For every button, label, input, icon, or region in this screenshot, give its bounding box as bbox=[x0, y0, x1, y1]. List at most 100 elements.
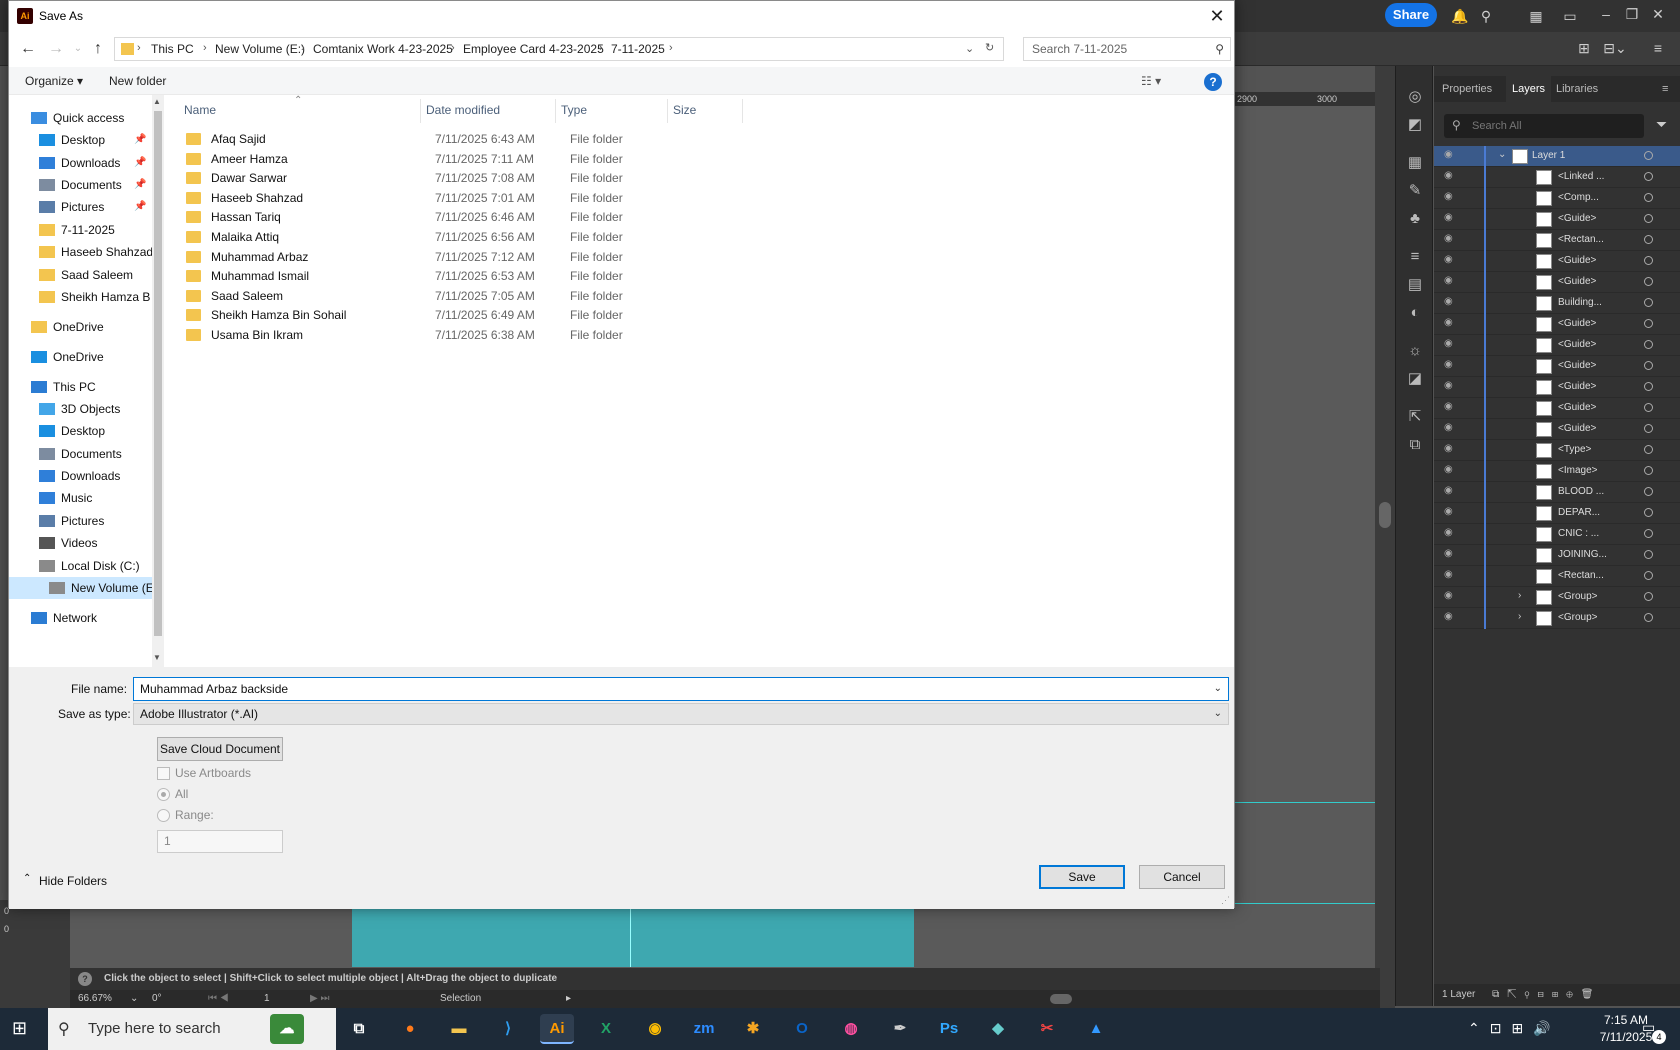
hide-folders-button[interactable]: Hide Folders bbox=[39, 874, 107, 888]
tab-layers[interactable]: Layers bbox=[1506, 76, 1552, 102]
tab-properties[interactable]: Properties bbox=[1442, 76, 1492, 102]
new-folder-button[interactable]: New folder bbox=[109, 74, 166, 88]
layer-row[interactable]: ◉ <Guide> bbox=[1434, 251, 1680, 272]
menu-lines-icon[interactable]: ≡ bbox=[1648, 38, 1668, 58]
nav-item[interactable]: Pictures bbox=[39, 510, 169, 532]
nav-item[interactable]: OneDrive bbox=[31, 346, 161, 368]
eye-icon[interactable]: ◉ bbox=[1444, 464, 1458, 475]
nav-item[interactable]: Local Disk (C:) bbox=[39, 555, 169, 577]
column-header-date[interactable]: Date modified bbox=[426, 103, 500, 117]
chevron-up-icon[interactable]: ⌃ bbox=[23, 873, 31, 884]
column-header-type[interactable]: Type bbox=[561, 103, 587, 117]
save-cloud-document-button[interactable]: Save Cloud Document bbox=[157, 737, 283, 761]
nav-item[interactable]: 7-11-2025 bbox=[39, 219, 169, 241]
artboard[interactable] bbox=[352, 905, 914, 967]
arrange-icon[interactable]: ▦ bbox=[1526, 6, 1546, 26]
play-icon[interactable]: ▸ bbox=[566, 990, 571, 1008]
excel-icon[interactable]: X bbox=[589, 1014, 623, 1044]
color-guide-icon[interactable]: ◩ bbox=[1404, 114, 1426, 136]
chevron-right-icon[interactable]: › bbox=[137, 42, 141, 54]
layer-actions-icon[interactable]: ⧉⇱⚲⊟⊞⊕🗑 bbox=[1492, 989, 1601, 1000]
eye-icon[interactable]: ◉ bbox=[1444, 359, 1458, 370]
breadcrumb-employee-card[interactable]: Employee Card 4-23-2025 bbox=[463, 42, 604, 56]
file-row[interactable]: Afaq Sajid 7/11/2025 6:43 AM File folder bbox=[174, 129, 1224, 150]
eye-icon[interactable]: ◉ bbox=[1444, 506, 1458, 517]
eye-icon[interactable]: ◉ bbox=[1444, 401, 1458, 412]
all-radio[interactable] bbox=[157, 788, 170, 801]
eye-icon[interactable]: ◉ bbox=[1444, 422, 1458, 433]
eye-icon[interactable]: ◉ bbox=[1444, 590, 1458, 601]
artboard-nav-first-icon[interactable]: ⏮ ◀ bbox=[208, 990, 229, 1008]
file-row[interactable]: Malaika Attiq 7/11/2025 6:56 AM File folde… bbox=[174, 227, 1224, 248]
color-wheel-icon[interactable]: ◎ bbox=[1404, 86, 1426, 108]
close-app-icon[interactable]: ✕ bbox=[1648, 4, 1668, 24]
layer-row[interactable]: ◉ <Image> bbox=[1434, 461, 1680, 482]
nav-item[interactable]: 3D Objects bbox=[39, 398, 169, 420]
layer-row[interactable]: ◉ ⌄ Layer 1 bbox=[1434, 146, 1680, 167]
file-explorer-icon[interactable]: ▬ bbox=[442, 1014, 476, 1044]
file-row[interactable]: Dawar Sarwar 7/11/2025 7:08 AM File folder bbox=[174, 168, 1224, 189]
chevron-down-icon[interactable]: ⌄ bbox=[1214, 678, 1222, 700]
transparency-icon[interactable]: ◐ bbox=[1404, 302, 1426, 324]
close-icon[interactable]: ✕ bbox=[1205, 5, 1229, 27]
target-icon[interactable] bbox=[1644, 403, 1653, 412]
eye-icon[interactable]: ◉ bbox=[1444, 380, 1458, 391]
chevron-down-icon[interactable]: ⌄ bbox=[130, 990, 138, 1008]
breadcrumb-new-volume[interactable]: New Volume (E:) bbox=[215, 42, 305, 56]
address-bar[interactable]: › This PC › New Volume (E:) › Comtanix W… bbox=[114, 37, 1004, 61]
symbols-icon[interactable]: ♣ bbox=[1404, 208, 1426, 230]
file-row[interactable]: Saad Saleem 7/11/2025 7:05 AM File folder bbox=[174, 286, 1224, 307]
nav-item[interactable]: This PC bbox=[31, 376, 161, 398]
back-arrow-icon[interactable]: ← bbox=[17, 39, 39, 59]
transform-icon[interactable]: ⊟⌄ bbox=[1600, 38, 1630, 58]
file-row[interactable]: Muhammad Ismail 7/11/2025 6:53 AM File fol… bbox=[174, 266, 1224, 287]
column-divider[interactable] bbox=[555, 99, 556, 123]
save-button[interactable]: Save bbox=[1039, 865, 1125, 889]
layer-row[interactable]: ◉ <Type> bbox=[1434, 440, 1680, 461]
canvas-scrollbar[interactable] bbox=[1375, 66, 1395, 1008]
maximize-icon[interactable]: ❐ bbox=[1622, 4, 1642, 24]
layer-row[interactable]: ◉ <Guide> bbox=[1434, 419, 1680, 440]
breadcrumb-this-pc[interactable]: This PC bbox=[151, 42, 194, 56]
eye-icon[interactable]: ◉ bbox=[1444, 569, 1458, 580]
layer-row[interactable]: ◉ <Linked ... bbox=[1434, 167, 1680, 188]
column-header-name[interactable]: Name bbox=[184, 103, 216, 117]
file-row[interactable]: Usama Bin Ikram 7/11/2025 6:38 AM File fol… bbox=[174, 325, 1224, 346]
breadcrumb-7-11-2025[interactable]: 7-11-2025 bbox=[611, 42, 665, 56]
artboard-nav-next-icon[interactable]: ▶ ⏭ bbox=[310, 990, 329, 1008]
layer-row[interactable]: ◉ <Guide> bbox=[1434, 398, 1680, 419]
address-dropdown-icon[interactable]: ⌄ bbox=[965, 42, 974, 55]
column-divider[interactable] bbox=[667, 99, 668, 123]
eye-icon[interactable]: ◉ bbox=[1444, 485, 1458, 496]
chevron-right-icon[interactable]: › bbox=[1518, 611, 1521, 622]
gradient-icon[interactable]: ▤ bbox=[1404, 274, 1426, 296]
nav-item[interactable]: OneDrive bbox=[31, 316, 161, 338]
layer-row[interactable]: ◉ Building... bbox=[1434, 293, 1680, 314]
nav-item[interactable]: Documents bbox=[39, 443, 169, 465]
layer-row[interactable]: ◉ <Guide> bbox=[1434, 377, 1680, 398]
hscroll-thumb[interactable] bbox=[1050, 994, 1072, 1004]
nav-item[interactable]: Saad Saleem bbox=[39, 264, 169, 286]
eye-icon[interactable]: ◉ bbox=[1444, 170, 1458, 181]
layer-row[interactable]: ◉ <Rectan... bbox=[1434, 230, 1680, 251]
nav-item[interactable]: Haseeb Shahzad bbox=[39, 241, 169, 263]
stroke-icon[interactable]: ≡ bbox=[1404, 246, 1426, 268]
column-header-size[interactable]: Size bbox=[673, 103, 696, 117]
illustrator-icon[interactable]: Ai bbox=[540, 1014, 574, 1044]
target-icon[interactable] bbox=[1644, 319, 1653, 328]
target-icon[interactable] bbox=[1644, 508, 1653, 517]
layer-row[interactable]: ◉ JOINING... bbox=[1434, 545, 1680, 566]
eye-icon[interactable]: ◉ bbox=[1444, 443, 1458, 454]
layer-row[interactable]: ◉ DEPAR... bbox=[1434, 503, 1680, 524]
target-icon[interactable] bbox=[1644, 235, 1653, 244]
up-arrow-icon[interactable]: ↑ bbox=[87, 39, 109, 59]
align-icon[interactable]: ⊞ bbox=[1574, 38, 1594, 58]
target-icon[interactable] bbox=[1644, 424, 1653, 433]
chevron-down-icon[interactable]: ⌄ bbox=[1498, 149, 1506, 160]
windows-start-icon[interactable]: ⊞ bbox=[12, 1018, 27, 1039]
nav-item[interactable]: Desktop bbox=[39, 420, 169, 442]
target-icon[interactable] bbox=[1644, 151, 1653, 160]
layer-row[interactable]: ◉ <Comp... bbox=[1434, 188, 1680, 209]
scroll-thumb[interactable] bbox=[1379, 502, 1391, 528]
file-row[interactable]: Ameer Hamza 7/11/2025 7:11 AM File folder bbox=[174, 149, 1224, 170]
